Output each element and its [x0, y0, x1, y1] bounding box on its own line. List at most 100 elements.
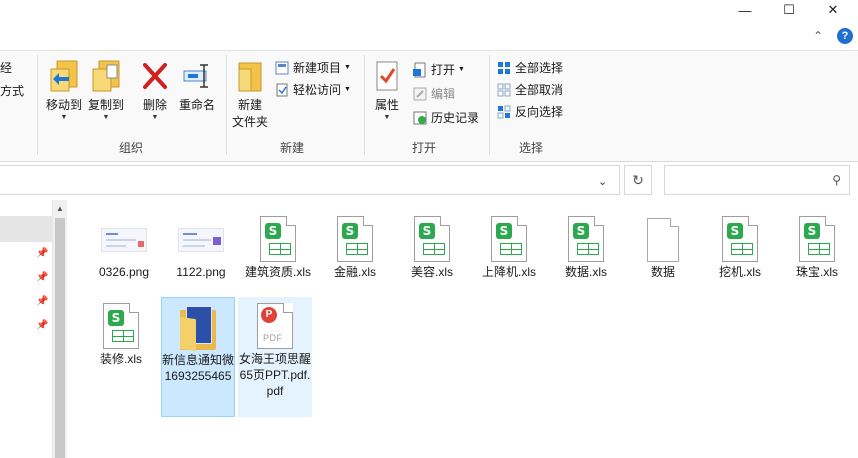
file-item-selected[interactable]: 新信息通知微1693255465: [161, 297, 235, 417]
file-item[interactable]: S 挖机.xls: [703, 210, 777, 280]
chevron-down-icon: ▼: [344, 64, 351, 71]
file-name: 新信息通知微1693255465: [162, 353, 235, 383]
history-label: 历史记录: [431, 111, 480, 125]
file-name: 建筑资质.xls: [244, 265, 311, 279]
select-group-label: 选择: [519, 141, 544, 155]
file-item[interactable]: S 建筑资质.xls: [241, 210, 315, 280]
rename-button[interactable]: 重命名: [176, 59, 218, 113]
properties-button[interactable]: 属性 ▼: [370, 59, 404, 121]
properties-label: 属性: [374, 98, 399, 112]
select-none-button[interactable]: 全部取消: [496, 81, 563, 98]
nav-scrollbar[interactable]: ▲: [52, 200, 67, 458]
open-label: 打开: [431, 63, 456, 77]
excel-file-icon: S: [414, 216, 450, 262]
history-icon: [413, 111, 427, 124]
move-to-label: 移动到: [45, 98, 82, 112]
minimize-button[interactable]: —: [727, 0, 763, 20]
copy-to-label: 复制到: [87, 98, 124, 112]
new-folder-button[interactable]: 新建 文件夹: [230, 59, 270, 130]
select-all-icon: [498, 61, 510, 74]
pdf-file-icon: P PDF: [257, 303, 293, 349]
pin-icon[interactable]: 📌: [36, 320, 48, 331]
chevron-down-icon: ▼: [151, 114, 159, 121]
easy-access-label: 轻松访问: [293, 83, 342, 97]
file-item[interactable]: S 珠宝.xls: [780, 210, 854, 280]
maximize-button[interactable]: ☐: [771, 0, 807, 20]
invert-selection-icon: [497, 105, 511, 118]
open-icon: [413, 62, 426, 77]
excel-file-icon: S: [568, 216, 604, 262]
organize-group-label: 组织: [119, 141, 144, 155]
chevron-down-icon: ▼: [344, 86, 351, 93]
address-bar[interactable]: ⌄: [0, 165, 620, 195]
file-item[interactable]: 1122.png: [164, 210, 238, 280]
file-item-hovered[interactable]: P PDF 女海王项思醒65页PPT.pdf.pdf: [238, 297, 312, 417]
nav-selected-item[interactable]: [0, 216, 52, 242]
minimize-icon: —: [738, 2, 752, 18]
move-to-button[interactable]: 移动到 ▼: [44, 59, 84, 121]
chevron-down-icon: ▼: [102, 114, 110, 121]
chevron-down-icon[interactable]: ⌄: [598, 175, 607, 188]
new-folder-label: 新建: [237, 98, 262, 112]
invert-selection-button[interactable]: 反向选择: [496, 103, 563, 120]
search-input[interactable]: ⚲: [664, 165, 850, 195]
file-name: 女海王项思醒65页PPT.pdf.pdf: [238, 352, 311, 398]
pin-icon[interactable]: 📌: [36, 272, 48, 283]
rename-label: 重命名: [178, 98, 215, 112]
file-item[interactable]: S 美容.xls: [395, 210, 469, 280]
file-name: 珠宝.xls: [795, 265, 838, 279]
pin-icon[interactable]: 📌: [36, 296, 48, 307]
new-item-label: 新建项目: [293, 61, 342, 75]
history-button[interactable]: 历史记录: [412, 109, 479, 126]
excel-file-icon: S: [491, 216, 527, 262]
new-folder-icon: [238, 62, 262, 92]
file-list: 0326.png 1122.png S 建筑资质.xls S 金融.xls S …: [67, 200, 858, 458]
file-item[interactable]: S 数据.xls: [549, 210, 623, 280]
file-item[interactable]: S 金融.xls: [318, 210, 392, 280]
collapse-ribbon-icon[interactable]: ⌃: [813, 29, 823, 43]
close-button[interactable]: ✕: [815, 0, 851, 20]
move-to-icon: [50, 60, 78, 92]
file-name: 美容.xls: [410, 265, 453, 279]
excel-file-icon: S: [722, 216, 758, 262]
copy-to-icon: [92, 60, 120, 92]
select-none-icon: [497, 83, 511, 96]
select-all-button[interactable]: 全部选择: [496, 59, 563, 76]
file-item[interactable]: 0326.png: [87, 210, 161, 280]
scrollbar-thumb[interactable]: [55, 218, 65, 458]
new-group-label: 新建: [280, 141, 305, 155]
help-icon[interactable]: ?: [837, 28, 853, 44]
easy-access-button[interactable]: 轻松访问 ▼: [274, 81, 351, 98]
file-item[interactable]: 数据: [626, 210, 700, 280]
open-button[interactable]: 打开 ▼: [412, 61, 465, 78]
file-name: 金融.xls: [333, 265, 376, 279]
file-name: 装修.xls: [99, 352, 142, 366]
refresh-button[interactable]: ↻: [624, 165, 652, 195]
open-group-label: 打开: [412, 141, 437, 155]
file-item[interactable]: S 装修.xls: [84, 297, 158, 367]
delete-button[interactable]: 删除 ▼: [138, 59, 172, 121]
folder-icon: [178, 304, 218, 352]
image-thumbnail-icon: [101, 228, 147, 252]
navigation-pane: 📌 📌 📌 📌: [0, 200, 52, 458]
excel-file-icon: S: [799, 216, 835, 262]
file-name: 数据.xls: [564, 265, 607, 279]
close-icon: ✕: [827, 2, 839, 17]
pin-icon[interactable]: 📌: [36, 248, 48, 259]
copy-to-button[interactable]: 复制到 ▼: [86, 59, 126, 121]
file-name: 1122.png: [176, 265, 226, 279]
image-thumbnail-icon: [178, 228, 224, 252]
refresh-icon: ↻: [632, 171, 644, 188]
excel-file-icon: S: [103, 303, 139, 349]
scroll-up-icon[interactable]: ▲: [56, 204, 64, 213]
edit-button[interactable]: 编辑: [412, 85, 455, 102]
select-none-label: 全部取消: [515, 83, 564, 97]
file-item[interactable]: S 上降机.xls: [472, 210, 546, 280]
chevron-down-icon: ▼: [383, 114, 391, 121]
excel-file-icon: S: [337, 216, 373, 262]
new-item-button[interactable]: 新建项目 ▼: [274, 59, 351, 76]
properties-icon: [376, 61, 398, 91]
clipped-ribbon-text: 方式: [0, 84, 25, 98]
file-name: 0326.png: [98, 265, 150, 279]
delete-label: 删除: [142, 98, 167, 112]
